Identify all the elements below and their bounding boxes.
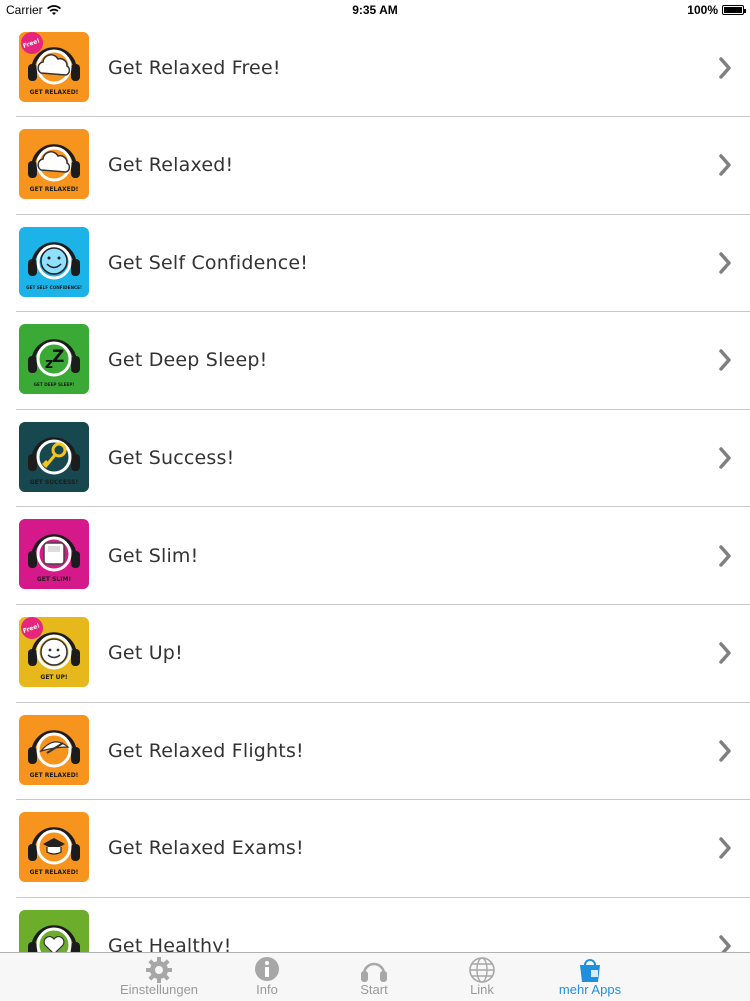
app-row-label: Get Healthy! [108, 935, 232, 952]
chevron-right-icon [718, 739, 732, 763]
app-row-get-slim[interactable]: GET SLIM! Get Slim! [16, 507, 750, 605]
battery-indicator: 100% [687, 3, 746, 17]
app-list[interactable]: GET RELAXED! Free! Get Relaxed Free! GET RE… [0, 20, 750, 952]
app-row-get-relaxed-flights[interactable]: GET RELAXED! Get Relaxed Flights! [16, 703, 750, 801]
status-bar: Carrier 9:35 AM 100% [0, 0, 750, 20]
app-row-label: Get Up! [108, 642, 183, 665]
app-row-label: Get Relaxed Flights! [108, 739, 304, 762]
svg-text:GET RELAXED!: GET RELAXED! [30, 772, 79, 779]
app-row-get-healthy[interactable]: Get Healthy! [16, 898, 750, 952]
app-row-label: Get Deep Sleep! [108, 349, 268, 372]
svg-text:GET UP!: GET UP! [40, 674, 67, 681]
app-icon-get-self-confidence: GET SELF CONFIDENCE! [19, 226, 89, 297]
chevron-right-icon [718, 56, 732, 80]
svg-text:GET SELF CONFIDENCE!: GET SELF CONFIDENCE! [26, 285, 82, 290]
app-row-get-relaxed-free[interactable]: GET RELAXED! Free! Get Relaxed Free! [16, 20, 750, 117]
app-row-get-deep-sleep[interactable]: z Z GET DEEP SLEEP! Get Deep Sleep! [16, 312, 750, 410]
chevron-right-icon [718, 544, 732, 568]
tab-link[interactable]: Link [437, 953, 527, 1001]
svg-text:Z: Z [52, 347, 64, 367]
app-row-get-success[interactable]: GET SUCCESS! Get Success! [16, 410, 750, 508]
svg-text:GET RELAXED!: GET RELAXED! [30, 186, 79, 193]
app-row-get-relaxed-exams[interactable]: GET RELAXED! Get Relaxed Exams! [16, 800, 750, 898]
app-icon-get-success: GET SUCCESS! [19, 421, 89, 492]
gear-icon [144, 956, 174, 984]
tab-bar: Einstellungen Info Start Link mehr Apps [0, 952, 750, 1001]
svg-text:GET RELAXED!: GET RELAXED! [30, 869, 79, 876]
app-icon-get-relaxed-exams: GET RELAXED! [19, 812, 89, 883]
app-store-icon [575, 956, 605, 984]
tab-label: Einstellungen [119, 982, 199, 997]
app-row-label: Get Relaxed Free! [108, 57, 281, 79]
battery-percent: 100% [687, 3, 718, 17]
chevron-right-icon [718, 836, 732, 860]
app-row-get-up[interactable]: GET UP! Free! Get Up! [16, 605, 750, 703]
headphones-icon [359, 956, 389, 984]
svg-text:GET DEEP SLEEP!: GET DEEP SLEEP! [34, 382, 75, 387]
svg-text:GET SUCCESS!: GET SUCCESS! [30, 479, 78, 486]
chevron-right-icon [718, 446, 732, 470]
app-icon-get-healthy [19, 909, 89, 952]
app-icon-get-deep-sleep: z Z GET DEEP SLEEP! [19, 324, 89, 395]
tab-info[interactable]: Info [222, 953, 312, 1001]
app-row-label: Get Relaxed Exams! [108, 837, 304, 860]
tab-mehr-apps[interactable]: mehr Apps [545, 953, 635, 1001]
app-icon-get-relaxed-free: GET RELAXED! Free! [19, 32, 89, 102]
app-row-label: Get Relaxed! [108, 154, 234, 177]
app-icon-get-relaxed: GET RELAXED! [19, 129, 89, 199]
tab-start[interactable]: Start [329, 953, 419, 1001]
chevron-right-icon [718, 153, 732, 177]
tab-label: Start [360, 982, 388, 997]
chevron-right-icon [718, 348, 732, 372]
app-row-get-self-confidence[interactable]: GET SELF CONFIDENCE! Get Self Confidence! [16, 215, 750, 313]
svg-text:GET RELAXED!: GET RELAXED! [30, 89, 79, 96]
globe-icon [467, 956, 497, 984]
app-row-label: Get Success! [108, 447, 235, 470]
tab-label: Info [256, 982, 278, 997]
chevron-right-icon [718, 934, 732, 952]
tab-label: mehr Apps [558, 982, 622, 997]
svg-text:GET SLIM!: GET SLIM! [37, 576, 71, 583]
app-icon-get-relaxed-flights: GET RELAXED! [19, 714, 89, 785]
clock-time: 9:35 AM [352, 3, 398, 17]
app-icon-get-up: GET UP! Free! [19, 616, 89, 687]
app-row-get-relaxed[interactable]: GET RELAXED! Get Relaxed! [16, 117, 750, 215]
chevron-right-icon [718, 641, 732, 665]
info-icon [252, 956, 282, 984]
app-icon-get-slim: GET SLIM! [19, 519, 89, 590]
tab-einstellungen[interactable]: Einstellungen [114, 953, 204, 1001]
chevron-right-icon [718, 251, 732, 275]
battery-icon [722, 5, 746, 15]
tab-label: Link [470, 982, 494, 997]
app-row-label: Get Slim! [108, 544, 199, 567]
app-row-label: Get Self Confidence! [108, 251, 309, 274]
